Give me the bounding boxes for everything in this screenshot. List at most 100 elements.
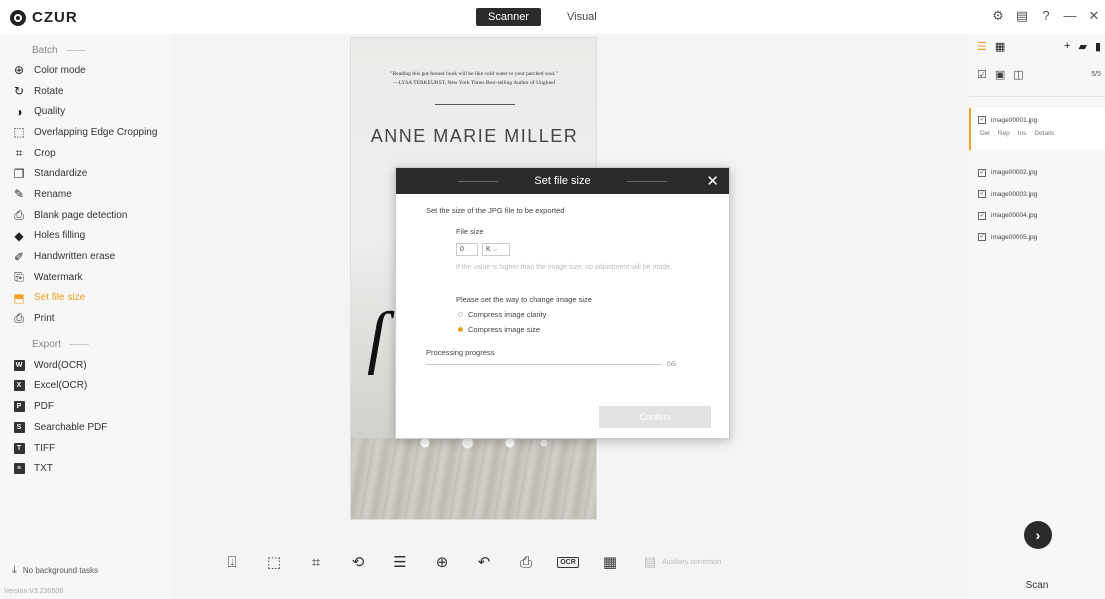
batch-item[interactable]: ⬒ Set file size xyxy=(0,288,172,309)
dialog-close-button[interactable]: ✕ xyxy=(706,172,719,190)
close-button[interactable]: ✕ xyxy=(1087,8,1101,24)
list-item[interactable]: ✓ image00003.jpg xyxy=(978,184,1037,206)
batch-item[interactable]: ✐ Handwritten erase xyxy=(0,246,172,267)
checkbox-icon[interactable]: ✓ xyxy=(978,211,986,220)
file-size-label: File size xyxy=(456,227,484,236)
select-pages-icon[interactable]: ▣ xyxy=(995,68,1005,81)
set-file-size-dialog: Set file size ✕ Set the size of the JPG … xyxy=(395,167,730,439)
file-size-input[interactable]: 0 xyxy=(456,243,478,256)
export-item[interactable]: S Searchable PDF xyxy=(0,417,172,438)
progress-label: Processing progress xyxy=(426,348,495,357)
edge-crop-icon: ⬚ xyxy=(13,125,25,140)
ocr-icon[interactable]: OCR xyxy=(557,552,579,572)
app-logo: CZUR xyxy=(10,9,78,26)
batch-item[interactable]: ⌗ Crop xyxy=(0,143,172,164)
batch-item[interactable]: ◆ Holes filling xyxy=(0,226,172,247)
left-sidebar: Batch ⊕ Color mode ↻ Rotate ◑ Quality ⬚ Overlap… xyxy=(0,34,172,599)
watermark-icon: ⎘ xyxy=(14,269,24,284)
compare-icon[interactable]: ◫ xyxy=(1013,68,1023,81)
export-section-title: Export xyxy=(0,335,172,355)
batch-item[interactable]: ↻ Rotate xyxy=(0,81,172,102)
select-area-icon[interactable]: ⬚ xyxy=(264,552,284,572)
file-row: ✓ image00001.jpg xyxy=(978,116,1105,124)
file-list: ✓ image00002.jpg ✓ image00003.jpg ✓ imag… xyxy=(978,162,1037,248)
list-item[interactable]: ✓ image00005.jpg xyxy=(978,227,1037,249)
view-toggle: ☰ ▦ xyxy=(977,40,1005,53)
insert-action[interactable]: Ins xyxy=(1018,130,1027,137)
folder-icon[interactable]: ▰ xyxy=(1078,40,1086,53)
blank-page-icon: ⎙ xyxy=(14,207,24,222)
batch-item[interactable]: ✎ Rename xyxy=(0,184,172,205)
export-item[interactable]: X Excel(OCR) xyxy=(0,376,172,397)
list-item[interactable]: ✓ image00002.jpg xyxy=(978,162,1037,184)
details-action[interactable]: Details xyxy=(1034,130,1054,137)
checkbox-icon[interactable]: ✓ xyxy=(978,168,986,177)
batch-section-title: Batch xyxy=(0,40,172,60)
batch-item[interactable]: ❐ Standardize xyxy=(0,163,172,184)
export-item[interactable]: P PDF xyxy=(0,396,172,417)
delete-icon[interactable]: ▮ xyxy=(1095,40,1101,53)
pdf-icon: P xyxy=(12,400,26,414)
export-item-label: Word(OCR) xyxy=(34,359,87,371)
grid-view-icon[interactable]: ▦ xyxy=(995,40,1005,53)
tab-visual[interactable]: Visual xyxy=(555,8,609,26)
help-icon[interactable]: ? xyxy=(1039,8,1053,24)
batch-item[interactable]: ⎘ Watermark xyxy=(0,267,172,288)
dialog-header: Set file size ✕ xyxy=(396,168,729,194)
undo-icon[interactable]: ↶ xyxy=(474,552,494,572)
delete-action[interactable]: Del xyxy=(980,130,990,137)
minimize-button[interactable]: — xyxy=(1063,8,1077,24)
bottom-toolbar: ⍗ ⬚ ⌗ ⟲ ☰ ⊕ ↶ ⎙ OCR ▦ ▤ Auxiliary correc… xyxy=(222,552,721,572)
crop-icon[interactable]: ⌗ xyxy=(306,552,326,572)
adjust-icon[interactable]: ⍗ xyxy=(222,552,242,572)
auxiliary-correction-icon: ▤ xyxy=(643,554,657,569)
chevron-down-icon: ⌄ xyxy=(492,246,499,253)
qr-code-icon[interactable]: ▦ xyxy=(600,552,620,572)
scan-button[interactable]: › xyxy=(1024,521,1052,549)
batch-item[interactable]: ⎙ Print xyxy=(0,308,172,329)
export-list: W Word(OCR) X Excel(OCR) P PDF S Searchable PDF… xyxy=(0,355,172,479)
excel-icon: X xyxy=(12,379,26,393)
batch-item[interactable]: ⊕ Color mode xyxy=(0,60,172,81)
book-script-art: ſ xyxy=(367,299,387,376)
export-item[interactable]: W Word(OCR) xyxy=(0,355,172,376)
auxiliary-correction[interactable]: ▤ Auxiliary correction xyxy=(642,552,721,572)
radio-compress-size[interactable] xyxy=(458,327,463,332)
file-item-active[interactable]: ✓ image00001.jpg Del Rep Ins Details xyxy=(969,108,1105,150)
download-icon: ⤓ xyxy=(12,564,17,576)
add-icon[interactable]: + xyxy=(1064,40,1070,53)
print-icon[interactable]: ⎙ xyxy=(516,552,536,572)
tab-scanner[interactable]: Scanner xyxy=(476,8,541,26)
checkbox-icon[interactable]: ✓ xyxy=(978,233,986,242)
message-icon[interactable]: ▤ xyxy=(1015,8,1029,24)
list-view-icon[interactable]: ☰ xyxy=(977,40,987,53)
batch-item[interactable]: ⎙ Blank page detection xyxy=(0,205,172,226)
logo-icon xyxy=(10,9,26,26)
replace-action[interactable]: Rep xyxy=(998,130,1010,137)
export-item[interactable]: ≡ TXT xyxy=(0,458,172,479)
option-compress-size[interactable]: Compress image size xyxy=(456,325,729,334)
dialog-body: Set the size of the JPG file to be expor… xyxy=(396,194,729,368)
export-item-label: TXT xyxy=(34,463,53,475)
txt-icon: ≡ xyxy=(12,462,26,476)
header-dash-left xyxy=(458,180,499,182)
select-all-icon[interactable]: ☑ xyxy=(977,68,987,81)
export-item[interactable]: T TIFF xyxy=(0,438,172,459)
background-tasks: ⤓ No background tasks xyxy=(12,564,98,577)
checkbox-icon[interactable]: ✓ xyxy=(978,116,986,124)
rotate-crop-icon[interactable]: ⟲ xyxy=(348,552,368,572)
checkbox-icon[interactable]: ✓ xyxy=(978,190,986,199)
color-mode-icon[interactable]: ⊕ xyxy=(432,552,452,572)
batch-item[interactable]: ⬚ Overlapping Edge Cropping xyxy=(0,122,172,143)
rename-icon: ✎ xyxy=(13,187,25,202)
list-item[interactable]: ✓ image00004.jpg xyxy=(978,205,1037,227)
option-compress-clarity[interactable]: Compress image clarity xyxy=(456,310,729,319)
book-divider xyxy=(435,104,515,105)
gear-icon[interactable]: ⚙ xyxy=(991,8,1005,24)
batch-item-label: Overlapping Edge Cropping xyxy=(34,126,158,138)
unit-select[interactable]: K ⌄ xyxy=(482,243,510,256)
radio-compress-clarity[interactable] xyxy=(458,312,463,317)
confirm-button[interactable]: Confirm xyxy=(599,406,711,428)
batch-item[interactable]: ◑ Quality xyxy=(0,101,172,122)
levels-icon[interactable]: ☰ xyxy=(390,552,410,572)
